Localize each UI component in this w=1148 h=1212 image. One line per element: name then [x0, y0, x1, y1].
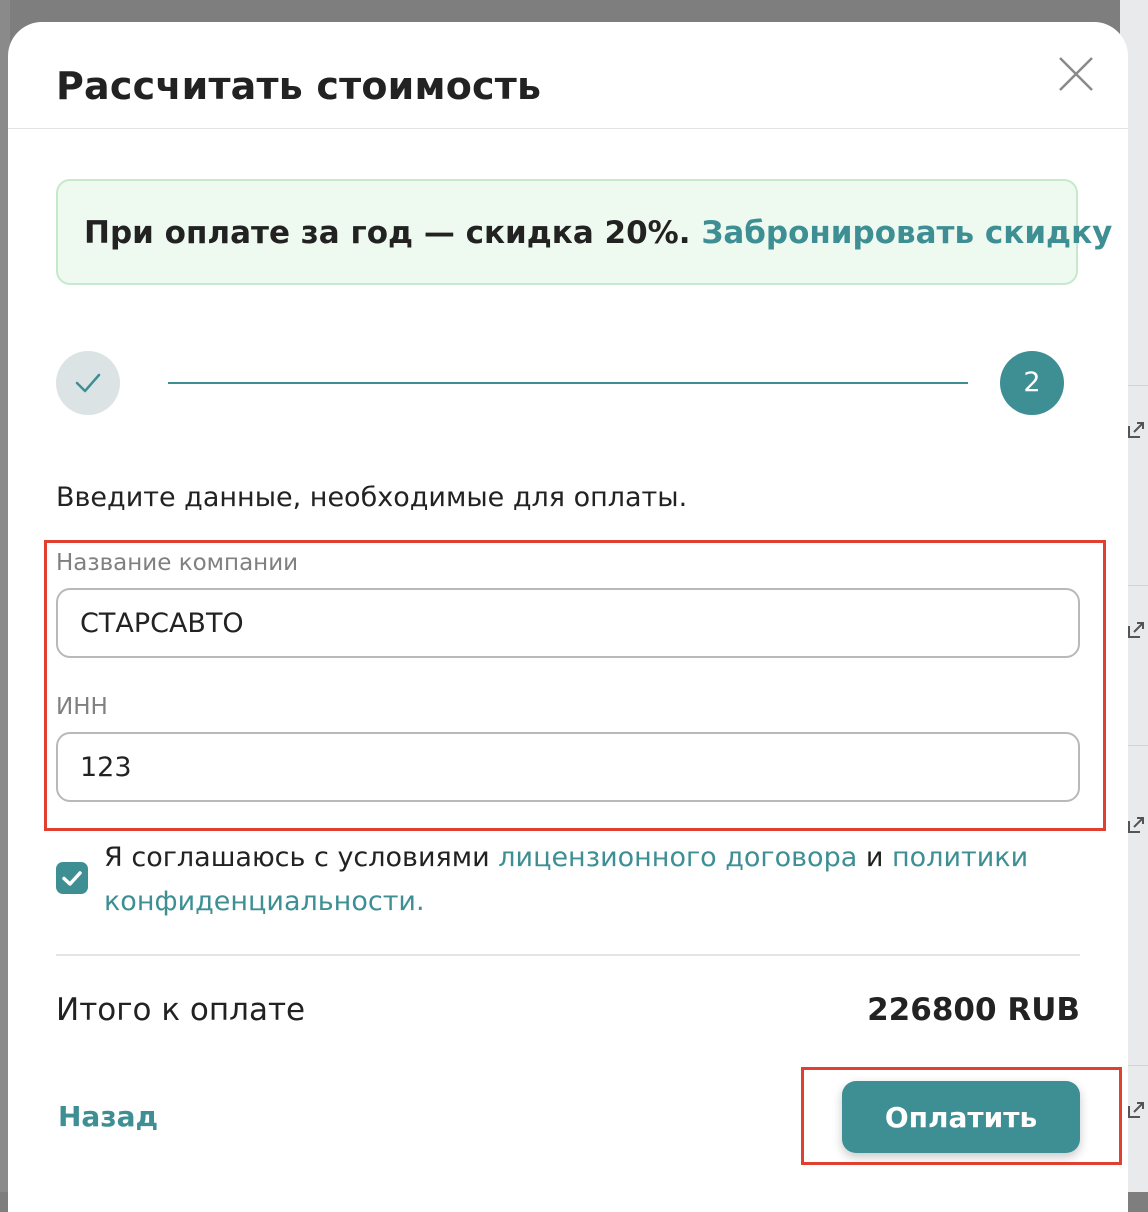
external-link-icon[interactable] — [1126, 620, 1146, 640]
total-label: Итого к оплате — [56, 992, 306, 1028]
external-link-icon[interactable] — [1126, 815, 1146, 835]
agreement-text: Я соглашаюсь с условиями лицензионного д… — [104, 836, 1064, 924]
calculate-cost-modal: Рассчитать стоимость При оплате за год —… — [8, 22, 1128, 1212]
step-2-indicator: 2 — [1000, 351, 1064, 415]
agreement-prefix: Я соглашаюсь с условиями — [104, 842, 490, 873]
close-icon[interactable] — [1054, 52, 1098, 96]
total-divider — [56, 954, 1080, 956]
promo-message: При оплате за год — скидка 20%. — [84, 215, 691, 251]
step-1-indicator — [56, 351, 120, 415]
agreement-conjunction: и — [865, 842, 884, 873]
checkmark-icon — [75, 373, 101, 393]
modal-title: Рассчитать стоимость — [56, 64, 542, 108]
back-button[interactable]: Назад — [58, 1100, 158, 1133]
total-amount: 226800 RUB — [867, 992, 1080, 1028]
reserve-discount-link[interactable]: Забронировать скидку — [701, 215, 1112, 251]
stepper-connector — [168, 382, 968, 384]
external-link-icon[interactable] — [1126, 420, 1146, 440]
company-name-label: Название компании — [56, 550, 299, 576]
company-name-input[interactable] — [56, 588, 1080, 658]
pay-button[interactable]: Оплатить — [842, 1081, 1080, 1153]
inn-input[interactable] — [56, 732, 1080, 802]
license-agreement-link[interactable]: лицензионного договора — [498, 842, 857, 873]
agreement-checkbox[interactable] — [56, 862, 88, 894]
form-instructions: Введите данные, необходимые для оплаты. — [56, 482, 688, 513]
promo-banner: При оплате за год — скидка 20%. Забронир… — [56, 179, 1112, 285]
header-divider — [8, 128, 1128, 129]
promo-text: При оплате за год — скидка 20%. Забронир… — [84, 215, 1112, 251]
inn-label: ИНН — [56, 694, 108, 720]
external-link-icon[interactable] — [1126, 1100, 1146, 1120]
checkmark-icon — [62, 871, 82, 886]
